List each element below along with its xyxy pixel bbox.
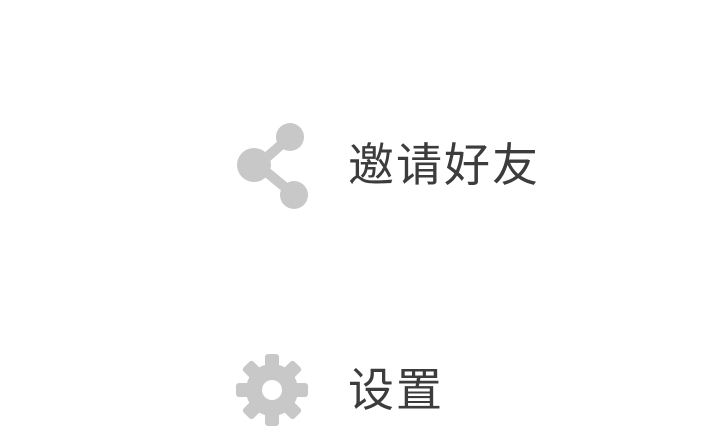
- gear-icon: [230, 340, 314, 440]
- menu-item-settings[interactable]: 设置: [230, 340, 650, 440]
- menu-item-label: 邀请好友: [348, 138, 540, 192]
- side-menu: 邀请好友 设置: [0, 0, 720, 426]
- share-icon: [230, 115, 314, 215]
- menu-item-invite-friends[interactable]: 邀请好友: [230, 115, 650, 215]
- menu-item-label: 设置: [348, 363, 444, 417]
